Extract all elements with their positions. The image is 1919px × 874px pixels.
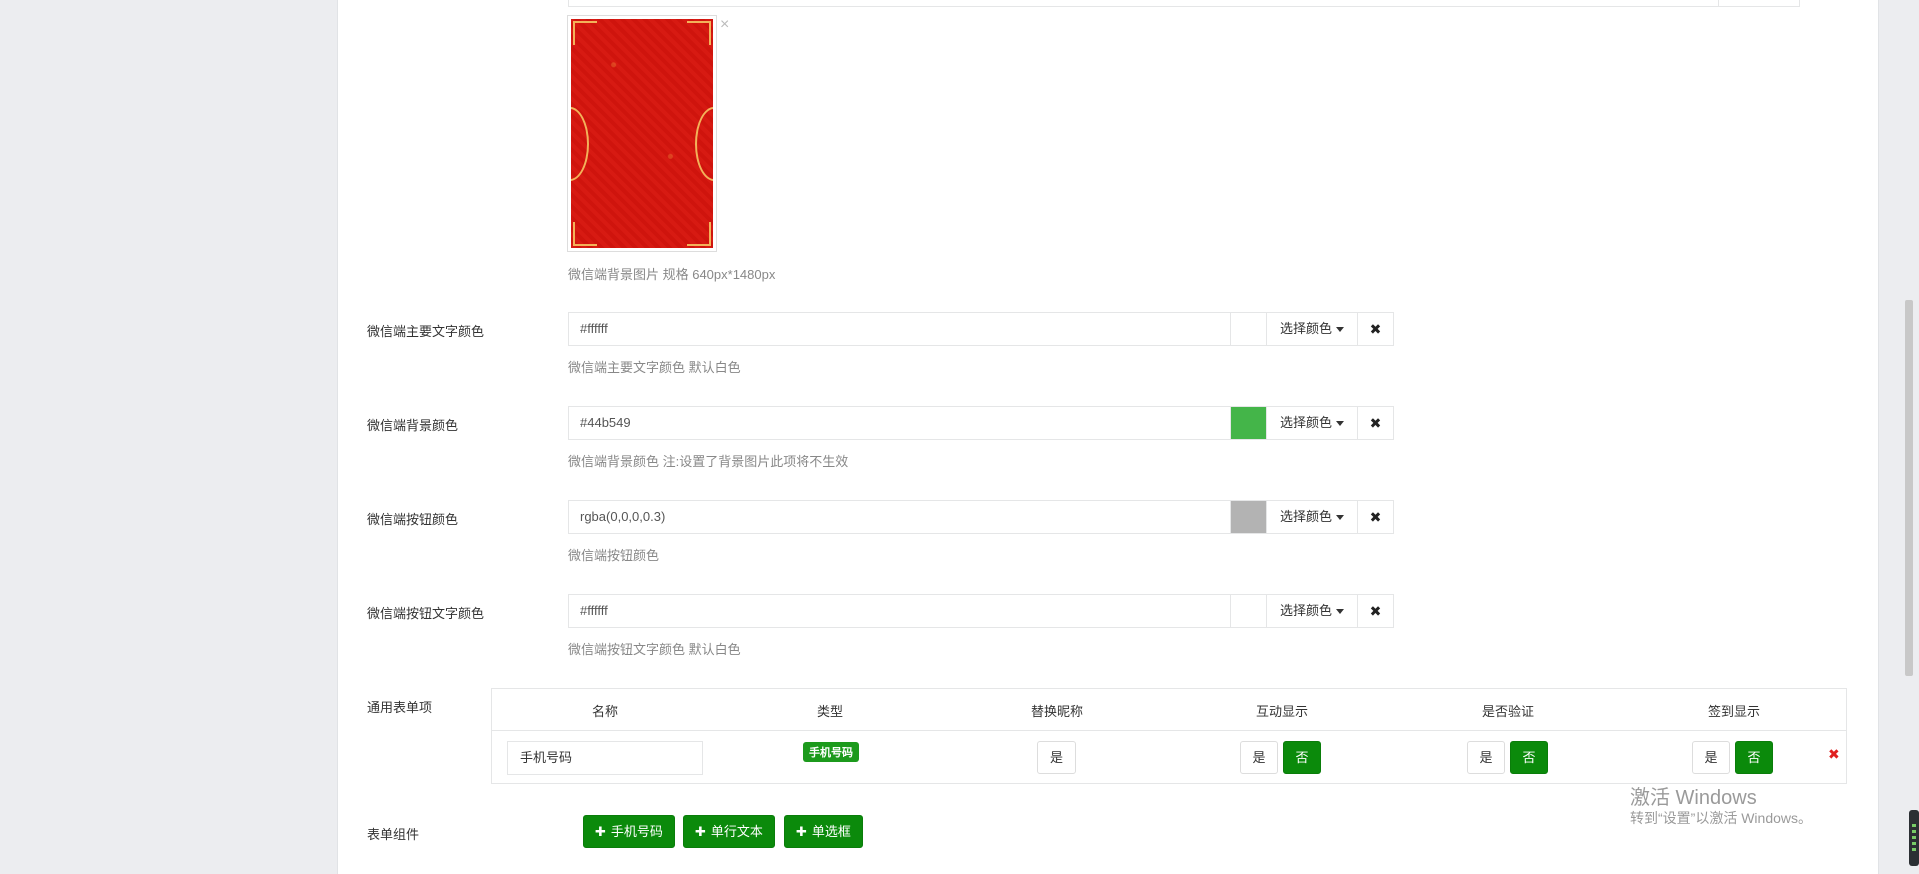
plus-icon: ✚ — [796, 824, 807, 839]
form-items-label: 通用表单项 — [367, 700, 433, 715]
type-badge: 手机号码 — [803, 742, 859, 762]
color-swatch — [1231, 594, 1266, 628]
verify-yes-button[interactable]: 是 — [1467, 741, 1505, 774]
caret-down-icon — [1336, 327, 1344, 333]
button-text-color-group: #ffffff 选择颜色 ✖ — [568, 594, 1394, 628]
clear-color-button[interactable]: ✖ — [1358, 500, 1394, 534]
interact-yes-button[interactable]: 是 — [1240, 741, 1278, 774]
interact-no-button[interactable]: 否 — [1283, 741, 1321, 774]
add-phone-label: 手机号码 — [610, 824, 663, 839]
background-color-group: #44b549 选择颜色 ✖ — [568, 406, 1394, 440]
tray-widget-icon — [1909, 810, 1919, 866]
choose-color-label: 选择颜色 — [1279, 603, 1332, 618]
background-image-thumbnail[interactable] — [567, 15, 717, 252]
choose-color-label: 选择颜色 — [1279, 321, 1332, 336]
interact-display-toggle: 是 否 — [1240, 741, 1321, 774]
add-text-button[interactable]: ✚ 单行文本 — [683, 815, 775, 848]
caret-down-icon — [1336, 421, 1344, 427]
primary-text-color-label: 微信端主要文字颜色 — [367, 324, 485, 339]
color-swatch — [1231, 312, 1266, 346]
choose-color-label: 选择颜色 — [1279, 415, 1332, 430]
choose-color-button[interactable]: 选择颜色 — [1266, 406, 1358, 440]
delete-row-icon[interactable]: ✖ — [1828, 746, 1840, 763]
plus-icon: ✚ — [595, 824, 606, 839]
button-color-input[interactable]: rgba(0,0,0,0.3) — [568, 500, 1231, 534]
caret-down-icon — [1336, 609, 1344, 615]
background-color-input[interactable]: #44b549 — [568, 406, 1231, 440]
choose-color-button[interactable]: 选择颜色 — [1266, 500, 1358, 534]
primary-text-color-input[interactable]: #ffffff — [568, 312, 1231, 346]
previous-input-edge — [568, 0, 1800, 7]
verify-no-button[interactable]: 否 — [1510, 741, 1548, 774]
background-image-help: 微信端背景图片 规格 640px*1480px — [568, 267, 776, 282]
add-radio-button[interactable]: ✚ 单选框 — [784, 815, 863, 848]
choose-color-label: 选择颜色 — [1279, 509, 1332, 524]
signin-display-toggle: 是 否 — [1692, 741, 1773, 774]
header-name: 名称 — [591, 704, 619, 719]
primary-text-color-group: #ffffff 选择颜色 ✖ — [568, 312, 1394, 346]
replace-nickname-toggle: 是 — [1037, 741, 1076, 774]
signin-no-button[interactable]: 否 — [1735, 741, 1773, 774]
header-type: 类型 — [816, 704, 844, 719]
add-text-label: 单行文本 — [710, 824, 763, 839]
button-text-color-help: 微信端按钮文字颜色 默认白色 — [568, 642, 741, 657]
clear-color-button[interactable]: ✖ — [1358, 312, 1394, 346]
choose-color-button[interactable]: 选择颜色 — [1266, 594, 1358, 628]
color-swatch — [1231, 406, 1266, 440]
add-radio-label: 单选框 — [811, 824, 851, 839]
button-color-help: 微信端按钮颜色 — [568, 548, 660, 563]
button-text-color-label: 微信端按钮文字颜色 — [367, 606, 485, 621]
remove-image-icon[interactable]: × — [720, 16, 729, 34]
color-swatch — [1231, 500, 1266, 534]
table-header: 名称 类型 替换昵称 互动显示 是否验证 签到显示 — [492, 689, 1846, 731]
background-color-help: 微信端背景颜色 注:设置了背景图片此项将不生效 — [568, 454, 849, 469]
replace-nickname-yes-button[interactable]: 是 — [1037, 741, 1076, 774]
activation-watermark-subtitle: 转到“设置”以激活 Windows。 — [1630, 810, 1813, 826]
vertical-scrollbar[interactable] — [1905, 300, 1913, 676]
background-color-label: 微信端背景颜色 — [367, 418, 459, 433]
caret-down-icon — [1336, 515, 1344, 521]
plus-icon: ✚ — [695, 824, 706, 839]
header-verify: 是否验证 — [1481, 704, 1535, 719]
header-interact-display: 互动显示 — [1255, 704, 1309, 719]
button-color-group: rgba(0,0,0,0.3) 选择颜色 ✖ — [568, 500, 1394, 534]
clear-color-button[interactable]: ✖ — [1358, 406, 1394, 440]
clear-color-button[interactable]: ✖ — [1358, 594, 1394, 628]
header-signin-display: 签到显示 — [1707, 704, 1761, 719]
header-replace-nickname: 替换昵称 — [1030, 704, 1084, 719]
button-text-color-input[interactable]: #ffffff — [568, 594, 1231, 628]
verify-toggle: 是 否 — [1467, 741, 1548, 774]
form-components-label: 表单组件 — [367, 827, 420, 842]
red-background-preview — [571, 19, 713, 248]
item-name-input[interactable]: 手机号码 — [507, 741, 703, 775]
choose-color-button[interactable]: 选择颜色 — [1266, 312, 1358, 346]
primary-text-color-help: 微信端主要文字颜色 默认白色 — [568, 360, 741, 375]
form-items-table: 名称 类型 替换昵称 互动显示 是否验证 签到显示 手机号码 手机号码 是 是 … — [491, 688, 1847, 784]
button-color-label: 微信端按钮颜色 — [367, 512, 459, 527]
activation-watermark-title: 激活 Windows — [1630, 787, 1757, 809]
add-phone-button[interactable]: ✚ 手机号码 — [583, 815, 675, 848]
signin-yes-button[interactable]: 是 — [1692, 741, 1730, 774]
